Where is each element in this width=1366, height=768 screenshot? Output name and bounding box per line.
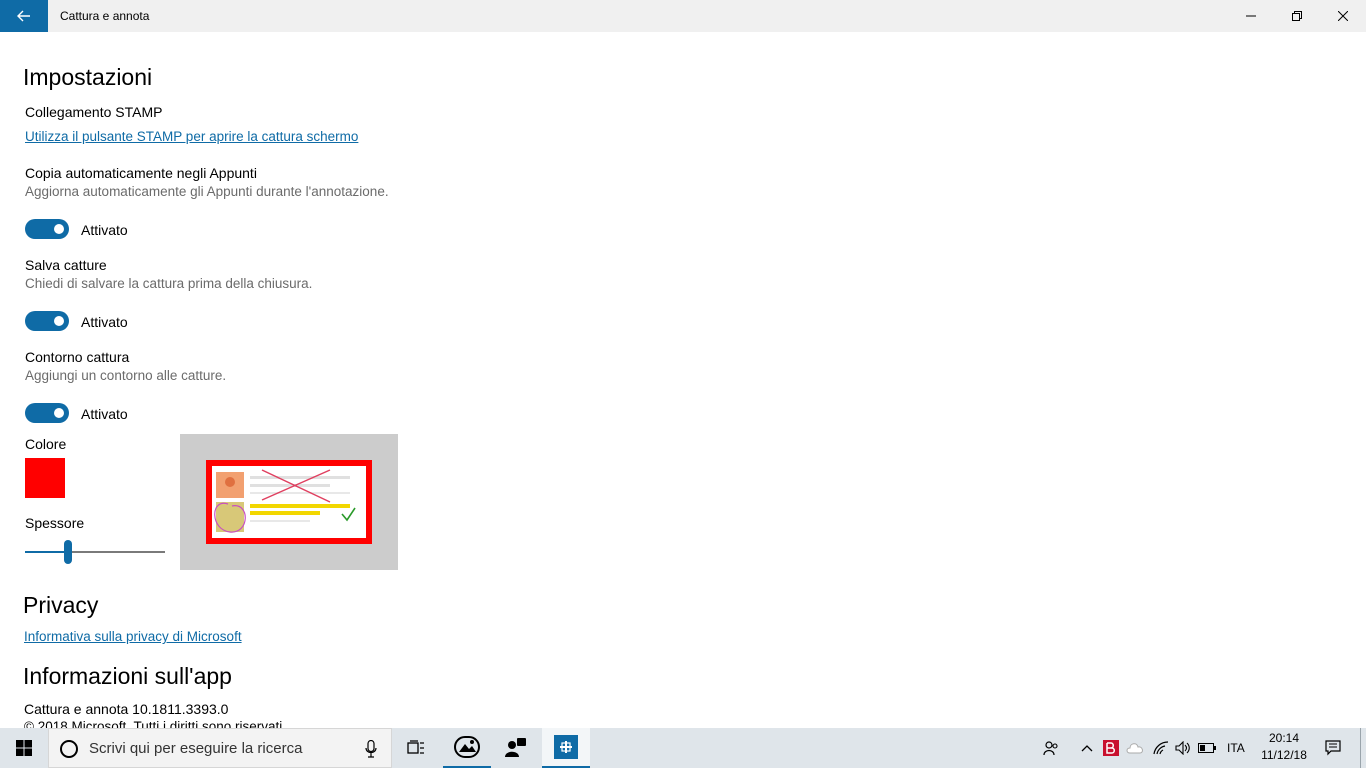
minimize-icon bbox=[1246, 15, 1256, 17]
save-captures-label: Salva catture bbox=[25, 257, 107, 273]
input-language-indicator[interactable]: ITA bbox=[1227, 728, 1245, 768]
restore-button[interactable] bbox=[1274, 0, 1320, 32]
outline-description: Aggiungi un contorno alle catture. bbox=[25, 368, 227, 383]
tray-app-button[interactable] bbox=[1101, 728, 1121, 768]
windows-start-icon bbox=[16, 740, 32, 756]
outline-toggle-label: Attivato bbox=[81, 406, 128, 422]
photos-app-icon bbox=[454, 736, 480, 758]
app-copyright: © 2018 Microsoft. Tutti i diritti sono r… bbox=[24, 719, 287, 728]
preview-illustration bbox=[206, 460, 372, 544]
microphone-icon[interactable] bbox=[365, 740, 377, 758]
slider-thumb[interactable] bbox=[64, 540, 72, 564]
privacy-link[interactable]: Informativa sulla privacy di Microsoft bbox=[24, 629, 242, 644]
auto-copy-label: Copia automaticamente negli Appunti bbox=[25, 165, 257, 181]
onedrive-cloud-icon bbox=[1126, 743, 1143, 754]
auto-copy-toggle[interactable] bbox=[25, 219, 69, 239]
red-app-tray-icon bbox=[1103, 740, 1119, 756]
toggle-knob bbox=[54, 316, 64, 326]
restore-icon bbox=[1292, 11, 1302, 21]
network-button[interactable] bbox=[1150, 728, 1172, 768]
outline-label: Contorno cattura bbox=[25, 349, 130, 365]
privacy-heading: Privacy bbox=[23, 592, 99, 618]
thickness-slider[interactable] bbox=[25, 540, 165, 564]
wifi-icon bbox=[1153, 741, 1169, 755]
toggle-knob bbox=[54, 408, 64, 418]
settings-heading: Impostazioni bbox=[23, 64, 153, 90]
task-view-button[interactable] bbox=[392, 728, 440, 768]
show-desktop-button[interactable] bbox=[1360, 728, 1366, 768]
save-captures-toggle-label: Attivato bbox=[81, 314, 128, 330]
back-button[interactable] bbox=[0, 0, 48, 32]
taskbar-snip-sketch-app[interactable] bbox=[542, 728, 590, 768]
show-hidden-icons-button[interactable] bbox=[1077, 728, 1097, 768]
cortana-circle-icon bbox=[60, 740, 78, 758]
clock-date: 11/12/18 bbox=[1261, 748, 1307, 762]
outline-toggle[interactable] bbox=[25, 403, 69, 423]
title-bar: Cattura e annota bbox=[0, 0, 1366, 32]
snip-sketch-app-icon bbox=[554, 735, 578, 759]
save-captures-toggle[interactable] bbox=[25, 311, 69, 331]
taskbar: Scrivi qui per eseguire la ricerca ITA 2… bbox=[0, 728, 1366, 768]
color-label: Colore bbox=[25, 436, 67, 452]
close-button[interactable] bbox=[1320, 0, 1366, 32]
people-app-icon bbox=[505, 738, 526, 757]
close-icon bbox=[1338, 11, 1348, 21]
taskbar-search-box[interactable]: Scrivi qui per eseguire la ricerca bbox=[48, 728, 392, 768]
speaker-icon bbox=[1175, 741, 1190, 755]
onedrive-button[interactable] bbox=[1124, 728, 1146, 768]
window-title: Cattura e annota bbox=[60, 9, 150, 23]
auto-copy-toggle-label: Attivato bbox=[81, 222, 128, 238]
volume-button[interactable] bbox=[1172, 728, 1194, 768]
battery-icon bbox=[1198, 743, 1216, 753]
settings-page: Impostazioni Collegamento STAMP Utilizza… bbox=[0, 32, 1366, 728]
taskbar-people-app[interactable] bbox=[492, 728, 540, 768]
app-version: Cattura e annota 10.1811.3393.0 bbox=[24, 701, 229, 717]
taskbar-clock[interactable]: 20:14 11/12/18 bbox=[1256, 730, 1312, 764]
tray-people-button[interactable] bbox=[1040, 728, 1062, 768]
clock-time: 20:14 bbox=[1268, 731, 1300, 745]
stamp-link[interactable]: Utilizza il pulsante STAMP per aprire la… bbox=[25, 129, 358, 144]
outline-color-swatch[interactable] bbox=[25, 458, 65, 498]
save-captures-description: Chiedi di salvare la cattura prima della… bbox=[25, 276, 313, 291]
action-center-button[interactable] bbox=[1322, 728, 1344, 768]
stamp-label: Collegamento STAMP bbox=[25, 104, 163, 120]
toggle-knob bbox=[54, 224, 64, 234]
arrow-left-icon bbox=[17, 10, 30, 22]
about-heading: Informazioni sull'app bbox=[23, 663, 232, 689]
outline-preview bbox=[180, 434, 398, 570]
task-view-icon bbox=[407, 740, 424, 754]
slider-fill bbox=[25, 551, 68, 553]
thickness-label: Spessore bbox=[25, 515, 85, 531]
auto-copy-description: Aggiorna automaticamente gli Appunti dur… bbox=[25, 184, 389, 199]
chevron-up-icon bbox=[1081, 745, 1093, 752]
battery-button[interactable] bbox=[1196, 728, 1218, 768]
taskbar-photos-app[interactable] bbox=[443, 728, 491, 768]
start-button[interactable] bbox=[0, 728, 48, 768]
search-placeholder: Scrivi qui per eseguire la ricerca bbox=[89, 740, 303, 757]
minimize-button[interactable] bbox=[1228, 0, 1274, 32]
people-tray-icon bbox=[1043, 741, 1058, 756]
notification-icon bbox=[1325, 740, 1341, 756]
